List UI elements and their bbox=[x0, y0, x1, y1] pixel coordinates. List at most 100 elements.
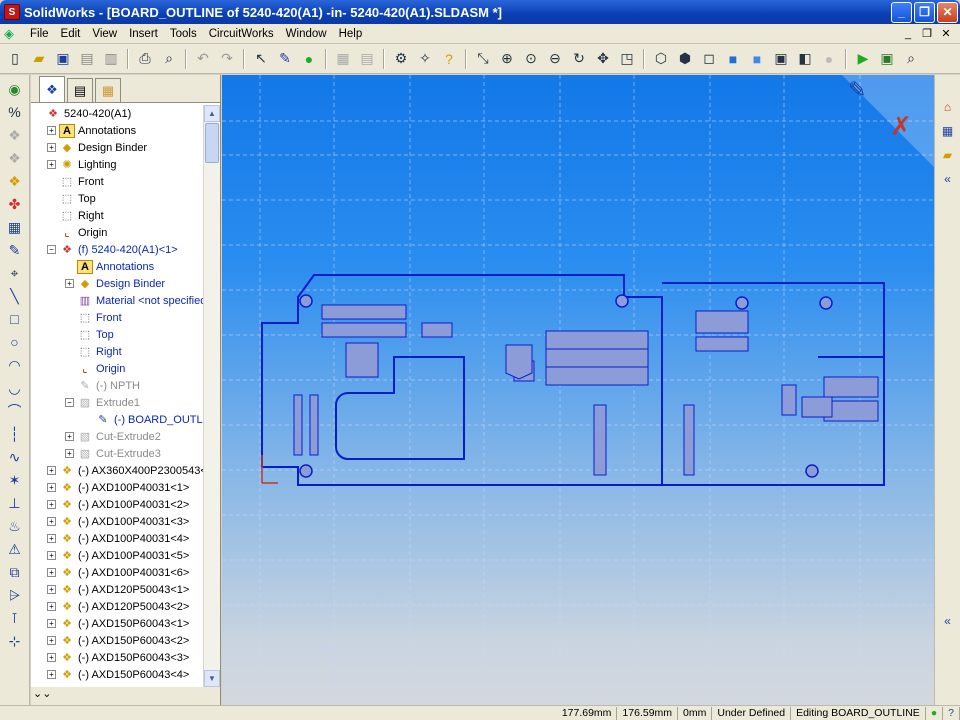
add-relation-icon[interactable]: ⚠ bbox=[3, 539, 27, 559]
expand-icon[interactable]: + bbox=[47, 500, 56, 509]
menu-circuitworks[interactable]: CircuitWorks bbox=[203, 28, 280, 40]
expand-icon[interactable]: + bbox=[47, 143, 56, 152]
measure-icon[interactable]: % bbox=[3, 102, 27, 122]
restore-button[interactable]: ❐ bbox=[914, 1, 935, 23]
tree-item-component[interactable]: + ❖ (-) AXD100P40031<2> bbox=[31, 496, 203, 513]
redo-icon[interactable]: ↷ bbox=[216, 48, 238, 70]
print-icon[interactable]: ⎙ bbox=[134, 48, 156, 70]
exit-sketch-icon[interactable]: ◉ bbox=[3, 79, 27, 99]
tab-property-manager[interactable]: ▤ bbox=[67, 78, 93, 102]
save-as-icon[interactable]: ▣ bbox=[876, 48, 898, 70]
tree-root[interactable]: ❖ 5240-420(A1) bbox=[31, 105, 203, 122]
realview-icon[interactable]: ● bbox=[818, 48, 840, 70]
help-icon[interactable]: ? bbox=[438, 48, 460, 70]
make-assembly-icon[interactable]: ▥ bbox=[100, 48, 122, 70]
tree-item-part-front[interactable]: ⬚ Front bbox=[31, 309, 203, 326]
expand-icon[interactable]: + bbox=[47, 653, 56, 662]
status-rebuild-icon[interactable]: ● bbox=[926, 706, 944, 720]
collapse-pane-icon[interactable]: « bbox=[938, 169, 958, 189]
open-folder-icon[interactable]: ▶ bbox=[852, 48, 874, 70]
design-library-icon[interactable]: ▦ bbox=[938, 121, 958, 141]
expand-icon[interactable]: + bbox=[47, 466, 56, 475]
centerline-icon[interactable]: ┆ bbox=[3, 424, 27, 444]
extend-icon[interactable]: ⊹ bbox=[3, 631, 27, 651]
spline-icon[interactable]: ∿ bbox=[3, 447, 27, 467]
expand-icon[interactable]: + bbox=[65, 279, 74, 288]
zoom-area-icon[interactable]: ⊕ bbox=[496, 48, 518, 70]
plane-icon[interactable]: ⊥ bbox=[3, 493, 27, 513]
collapse-icon[interactable]: − bbox=[47, 245, 56, 254]
home-icon[interactable]: ⌂ bbox=[938, 97, 958, 117]
mate-icon[interactable]: ✤ bbox=[3, 194, 27, 214]
hidden-lines-removed-icon[interactable]: ◻ bbox=[698, 48, 720, 70]
tree-item-component[interactable]: + ❖ (-) AXD100P40031<4> bbox=[31, 530, 203, 547]
move-component-icon[interactable]: ▦ bbox=[3, 217, 27, 237]
offset-icon[interactable]: ⧉ bbox=[3, 562, 27, 582]
tree-item-part-design-binder[interactable]: + ◆ Design Binder bbox=[31, 275, 203, 292]
expand-icon[interactable]: + bbox=[47, 126, 56, 135]
view-orientation-icon[interactable]: ◳ bbox=[616, 48, 638, 70]
cancel-sketch-corner-icon[interactable]: ✗ bbox=[890, 112, 912, 142]
sketch-icon[interactable]: ✎ bbox=[3, 240, 27, 260]
wireframe-icon[interactable]: ⬡ bbox=[650, 48, 672, 70]
make-drawing-icon[interactable]: ▤ bbox=[76, 48, 98, 70]
tree-item-component[interactable]: + ❖ (-) AXD100P40031<5> bbox=[31, 547, 203, 564]
search-icon[interactable]: ⌕ bbox=[900, 48, 922, 70]
tree-item-component[interactable]: + ❖ (-) AXD120P50043<2> bbox=[31, 598, 203, 615]
expand-icon[interactable]: + bbox=[65, 449, 74, 458]
expand-icon[interactable]: + bbox=[47, 636, 56, 645]
close-button[interactable]: ✕ bbox=[937, 1, 958, 23]
save-icon[interactable]: ▣ bbox=[52, 48, 74, 70]
expand-icon[interactable]: + bbox=[47, 483, 56, 492]
doc-minimize-button[interactable]: _ bbox=[900, 27, 916, 41]
tab-configuration-manager[interactable]: ▦ bbox=[95, 78, 121, 102]
tab-feature-tree[interactable]: ❖ bbox=[39, 76, 65, 102]
tree-item-design-binder[interactable]: + ◆ Design Binder bbox=[31, 139, 203, 156]
print-preview-icon[interactable]: ⌕ bbox=[158, 48, 180, 70]
scroll-down-arrow-icon[interactable]: ▼ bbox=[204, 670, 220, 687]
tree-item-front-plane[interactable]: ⬚ Front bbox=[31, 173, 203, 190]
expand-icon[interactable]: + bbox=[47, 568, 56, 577]
tree-item-board-outline[interactable]: ✎(-) BOARD_OUTLINE bbox=[31, 411, 203, 428]
tree-item-right-plane[interactable]: ⬚ Right bbox=[31, 207, 203, 224]
expand-icon[interactable]: + bbox=[47, 551, 56, 560]
tree-item-component[interactable]: + ❖ (-) AXD150P60043<4> bbox=[31, 666, 203, 683]
rectangle-icon[interactable]: □ bbox=[3, 309, 27, 329]
tree-item-part[interactable]: − ❖ (f) 5240-420(A1)<1> bbox=[31, 241, 203, 258]
expand-icon[interactable]: + bbox=[47, 670, 56, 679]
expand-icon[interactable]: + bbox=[47, 534, 56, 543]
tree-scrollbar[interactable]: ▲ ▼ bbox=[203, 105, 220, 687]
shaded-icon[interactable]: ■ bbox=[746, 48, 768, 70]
shadows-icon[interactable]: ▣ bbox=[770, 48, 792, 70]
menu-window[interactable]: Window bbox=[280, 28, 333, 40]
arc-icon[interactable]: ◠ bbox=[3, 355, 27, 375]
zoom-selection-icon[interactable]: ⊖ bbox=[544, 48, 566, 70]
menu-insert[interactable]: Insert bbox=[123, 28, 164, 40]
zoom-in-out-icon[interactable]: ⊙ bbox=[520, 48, 542, 70]
tree-item-component[interactable]: + ❖ (-) AXD100P40031<6> bbox=[31, 564, 203, 581]
menu-help[interactable]: Help bbox=[333, 28, 369, 40]
tree-item-cut-extrude3[interactable]: + ▧ Cut-Extrude3 bbox=[31, 445, 203, 462]
scroll-thumb[interactable] bbox=[205, 123, 219, 163]
expand-icon[interactable]: + bbox=[47, 619, 56, 628]
tree-item-component[interactable]: + ❖ (-) AXD100P40031<3> bbox=[31, 513, 203, 530]
tree-item-part-origin[interactable]: ⌞ Origin bbox=[31, 360, 203, 377]
tree-item-component[interactable]: +❖(-) AX360X400P2300543<1> bbox=[31, 462, 203, 479]
tree-item-component[interactable]: + ❖ (-) AXD150P60043<3> bbox=[31, 649, 203, 666]
tree-item-origin[interactable]: ⌞ Origin bbox=[31, 224, 203, 241]
hidden-lines-visible-icon[interactable]: ⬢ bbox=[674, 48, 696, 70]
status-help-icon[interactable]: ? bbox=[943, 706, 960, 720]
menu-view[interactable]: View bbox=[86, 28, 123, 40]
convert-entities-icon[interactable]: ♨ bbox=[3, 516, 27, 536]
tree-item-component[interactable]: + ❖ (-) AXD150P60043<1> bbox=[31, 615, 203, 632]
menu-file[interactable]: File bbox=[24, 28, 55, 40]
point-icon[interactable]: ✶ bbox=[3, 470, 27, 490]
mirror-icon[interactable]: ⩥ bbox=[3, 585, 27, 605]
circle-icon[interactable]: ○ bbox=[3, 332, 27, 352]
tree-item-npth[interactable]: ✎ (-) NPTH bbox=[31, 377, 203, 394]
grid-icon[interactable]: ▦ bbox=[332, 48, 354, 70]
tree-item-component[interactable]: + ❖ (-) AXD150P60043<2> bbox=[31, 632, 203, 649]
tree-item-extrude1[interactable]: − ▨ Extrude1 bbox=[31, 394, 203, 411]
expand-pane-icon[interactable]: « bbox=[938, 611, 958, 631]
trim-icon[interactable]: ⊺ bbox=[3, 608, 27, 628]
